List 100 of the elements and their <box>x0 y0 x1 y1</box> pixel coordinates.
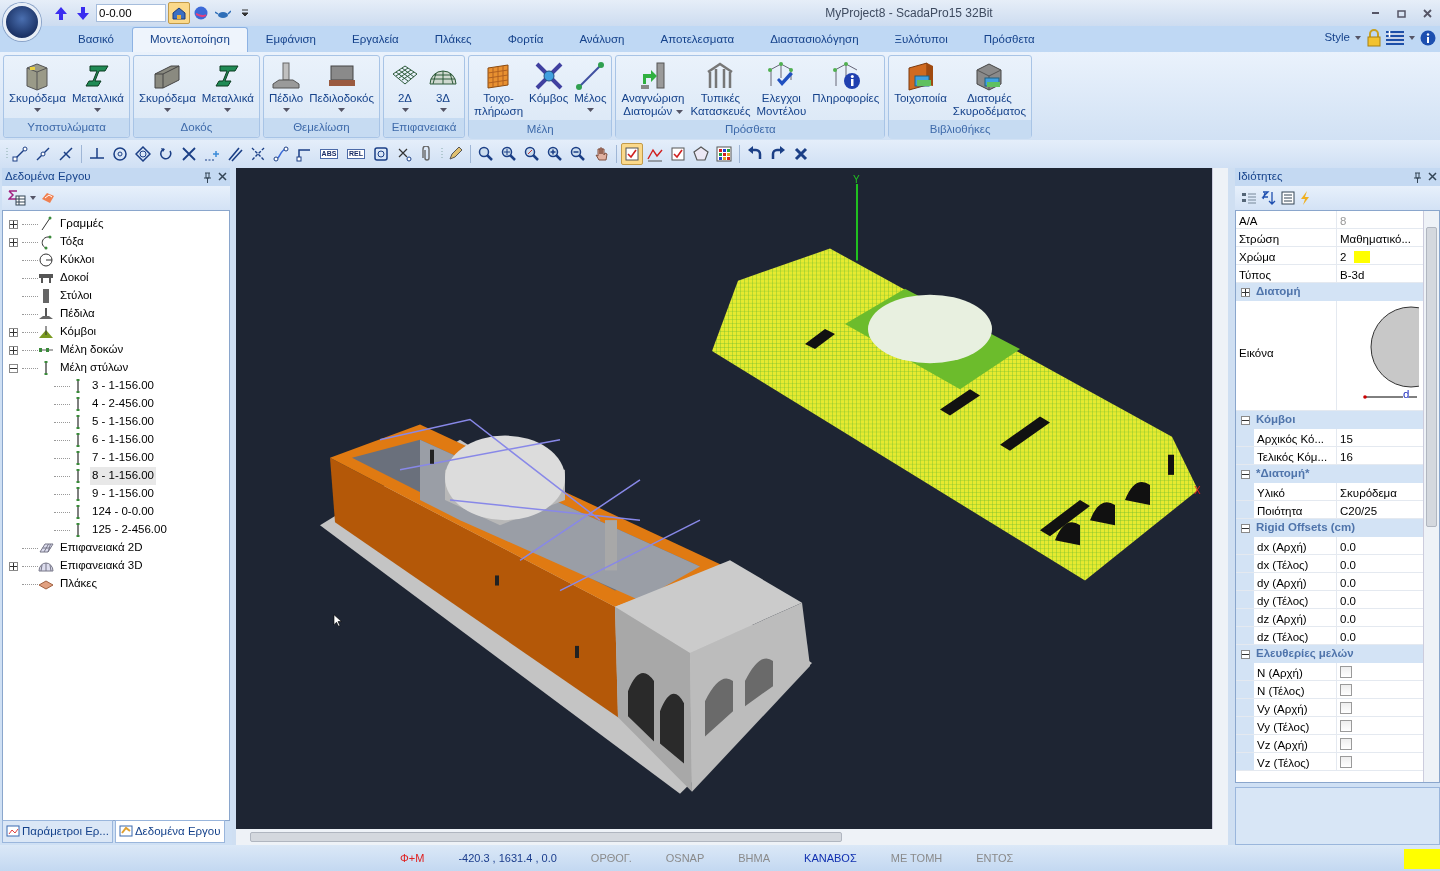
expand-toggle[interactable] <box>9 561 18 571</box>
tree-item[interactable]: Κόμβοι <box>58 323 99 341</box>
status-item[interactable]: -420.3 , 1631.4 , 0.0 <box>458 849 557 867</box>
ribbon-tab[interactable]: Μοντελοποίηση <box>132 26 248 52</box>
property-value[interactable]: Μαθηματικό... <box>1340 233 1411 245</box>
checkbox[interactable] <box>1340 720 1352 732</box>
status-item[interactable]: Φ+Μ <box>400 849 425 867</box>
ribbon-tab[interactable]: Πλάκες <box>416 26 490 52</box>
ribbon-button[interactable]: Τοιχοποιία <box>891 58 950 120</box>
expand-toggle[interactable] <box>1241 415 1250 425</box>
property-value[interactable]: 0.0 <box>1340 595 1356 607</box>
property-value[interactable]: C20/25 <box>1340 505 1378 517</box>
tree-item[interactable]: Γραμμές <box>58 215 106 233</box>
tree-item[interactable]: 6 - 1-156.00 <box>90 431 156 449</box>
model-viewport[interactable]: Y X <box>236 168 1212 829</box>
ribbon-tab[interactable]: Διαστασιολόγηση <box>752 26 877 52</box>
status-item[interactable]: ΚΑΝΑΒΟΣ <box>804 849 857 867</box>
globe-icon <box>193 5 209 21</box>
panel-tab[interactable]: Δεδομένα Εργου <box>114 819 225 843</box>
property-value[interactable]: 0.0 <box>1340 559 1356 571</box>
elbow-connector-button[interactable] <box>270 143 292 165</box>
tree-item[interactable]: Τόξα <box>58 233 86 251</box>
tree-item[interactable]: 7 - 1-156.00 <box>90 449 156 467</box>
tree-item[interactable]: Μέλη στύλων <box>58 359 131 377</box>
ribbon-tab[interactable]: Ανάλυση <box>561 26 643 52</box>
style-menu[interactable]: Style <box>1324 29 1350 47</box>
tree-item[interactable]: Πλάκες <box>58 575 99 593</box>
expand-toggle[interactable] <box>1241 523 1250 533</box>
expand-toggle[interactable] <box>1241 287 1250 297</box>
ribbon-button[interactable]: Κόμβος <box>526 58 572 120</box>
expand-toggle[interactable] <box>9 237 18 247</box>
ribbon-button[interactable]: 2Δ <box>386 58 424 118</box>
tree-item[interactable]: Επιφανειακά 2D <box>58 539 145 557</box>
tree-item[interactable]: 124 - 0-0.00 <box>90 503 156 521</box>
tree-item[interactable]: 5 - 1-156.00 <box>90 413 156 431</box>
ribbon-button[interactable]: Σκυρόδεμα <box>6 58 69 118</box>
property-value[interactable]: 0.0 <box>1340 613 1356 625</box>
tree-item[interactable]: Μέλη δοκών <box>58 341 126 359</box>
checkbox[interactable] <box>1340 684 1352 696</box>
ribbon-tab[interactable]: Ξυλότυποι <box>876 26 966 52</box>
tree-item[interactable]: Δοκοί <box>58 269 91 287</box>
expand-toggle[interactable] <box>9 345 18 355</box>
ribbon-button[interactable]: Τοιχο- πλήρωση <box>471 58 527 120</box>
property-value[interactable]: B-3d <box>1340 269 1365 281</box>
ribbon-button[interactable]: Πληροφορίες <box>809 58 883 120</box>
property-label: Vz (Αρχή) <box>1236 735 1337 752</box>
categorized-icon <box>1241 191 1257 205</box>
ribbon-tab[interactable]: Εργαλεία <box>334 26 417 52</box>
tree-item[interactable]: 8 - 1-156.00 <box>90 467 156 485</box>
ribbon-tab[interactable]: Πρόσθετα <box>965 26 1053 52</box>
ribbon-tab[interactable]: Αποτελεσματα <box>642 26 753 52</box>
expand-toggle[interactable] <box>1241 469 1250 479</box>
tree-item[interactable]: Πέδιλα <box>58 305 97 323</box>
property-value[interactable]: Σκυρόδεμα <box>1340 487 1397 499</box>
house-button[interactable] <box>168 2 190 24</box>
expand-toggle[interactable] <box>1241 649 1250 659</box>
checkbox[interactable] <box>1340 756 1352 768</box>
ribbon-button[interactable]: Μεταλλικά <box>198 58 257 118</box>
expand-toggle[interactable] <box>9 363 18 373</box>
ribbon-button[interactable]: Τυπικές Κατασκευές <box>687 58 754 120</box>
ribbon-tab[interactable]: Βασικό <box>60 26 132 52</box>
panel-tab[interactable]: Παράμετροι Ερ... <box>2 819 113 843</box>
ribbon-button[interactable]: 3Δ <box>424 58 462 118</box>
expand-toggle[interactable] <box>9 219 18 229</box>
tree-item[interactable]: 9 - 1-156.00 <box>90 485 156 503</box>
ribbon-button[interactable]: Αναγνώριση Διατομών <box>618 58 688 120</box>
zoom-window-icon <box>478 146 494 162</box>
color-grid-button[interactable] <box>713 143 735 165</box>
line-segment-button[interactable] <box>9 143 31 165</box>
vertical-scrollbar[interactable] <box>1212 168 1228 829</box>
ribbon-button[interactable]: Διατομές Σκυροδέματος <box>949 58 1030 120</box>
property-value[interactable]: 0.0 <box>1340 631 1356 643</box>
validation-button[interactable] <box>621 143 643 165</box>
horizontal-scrollbar[interactable] <box>236 829 1228 845</box>
property-value[interactable]: 15 <box>1340 433 1353 445</box>
ribbon-button[interactable]: Σκυρόδεμα <box>135 58 199 118</box>
tree-item[interactable]: Επιφανειακά 3D <box>58 557 145 575</box>
property-value[interactable]: 0.0 <box>1340 541 1356 553</box>
ribbon-button[interactable]: Μέλος <box>571 58 610 120</box>
checkbox[interactable] <box>1340 666 1352 678</box>
checkbox[interactable] <box>1340 702 1352 714</box>
checkbox[interactable] <box>1340 738 1352 750</box>
tree-item[interactable]: 4 - 2-456.00 <box>90 395 156 413</box>
ribbon-tab[interactable]: Εμφάνιση <box>247 26 334 52</box>
tree-item[interactable]: 125 - 2-456.00 <box>90 521 169 539</box>
ribbon-button[interactable]: Πεδιλοδοκός <box>306 58 377 118</box>
ribbon-tab[interactable]: Φορτία <box>489 26 562 52</box>
tree-item[interactable]: 3 - 1-156.00 <box>90 377 156 395</box>
property-value[interactable]: 16 <box>1340 451 1353 463</box>
property-value[interactable]: 0.0 <box>1340 577 1356 589</box>
expand-toggle[interactable] <box>9 327 18 337</box>
tree-item[interactable]: Στύλοι <box>58 287 94 305</box>
tree-item[interactable]: Κύκλοι <box>58 251 97 269</box>
ribbon-button[interactable]: Πέδιλο <box>265 58 307 118</box>
vertical-scrollbar[interactable] <box>1423 211 1439 782</box>
level-combo[interactable]: 0-0.00 <box>96 4 166 22</box>
diamond-button[interactable] <box>132 143 154 165</box>
property-value[interactable]: 2 <box>1340 251 1347 263</box>
ribbon-button[interactable]: Μεταλλικά <box>68 58 127 118</box>
ribbon-button[interactable]: Ελεγχοι Μοντέλου <box>753 58 810 120</box>
